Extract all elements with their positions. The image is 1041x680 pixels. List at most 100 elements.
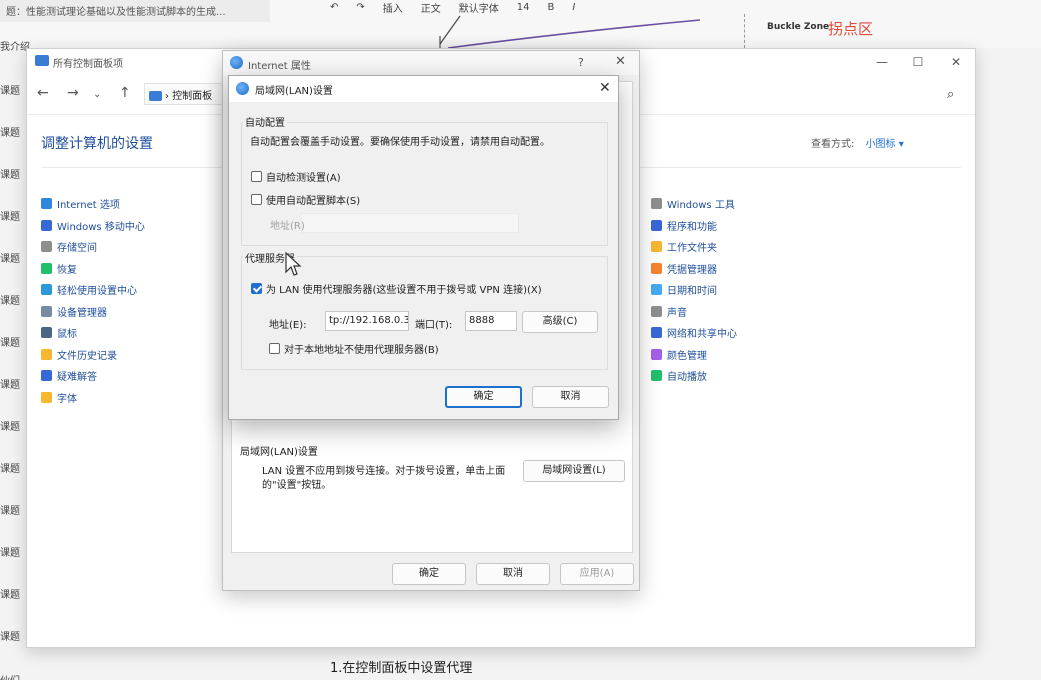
- control-panel-item[interactable]: 轻松使用设置中心: [41, 279, 145, 301]
- view-mode-dropdown[interactable]: 小图标 ▾: [866, 139, 904, 150]
- forward-icon[interactable]: →: [67, 85, 79, 101]
- control-panel-item[interactable]: 程序和功能: [651, 215, 737, 237]
- insert-button[interactable]: 插入: [383, 0, 403, 15]
- breadcrumb-item: 控制面板: [172, 91, 213, 102]
- control-panel-item[interactable]: 网络和共享中心: [651, 322, 737, 344]
- lan-settings-button[interactable]: 局域网设置(L): [523, 460, 625, 482]
- control-panel-item[interactable]: 颜色管理: [651, 344, 737, 366]
- bypass-local-checkbox[interactable]: 对于本地地址不使用代理服务器(B): [269, 341, 439, 356]
- close-icon[interactable]: ✕: [599, 80, 611, 96]
- control-panel-item[interactable]: Windows 移动中心: [41, 215, 145, 237]
- control-panel-item-icon: [41, 262, 52, 274]
- proxy-address-input[interactable]: tp://192.168.0.3: [325, 311, 409, 331]
- ok-button[interactable]: 确定: [445, 386, 522, 408]
- control-panel-item-label: 恢复: [57, 264, 77, 276]
- control-panel-item[interactable]: 自动播放: [651, 365, 737, 387]
- ok-button[interactable]: 确定: [392, 563, 466, 585]
- control-panel-item[interactable]: Windows 工具: [651, 193, 737, 215]
- control-panel-item-label: 声音: [667, 307, 687, 319]
- control-panel-item[interactable]: 疑难解答: [41, 365, 145, 387]
- checkbox-box[interactable]: [251, 171, 262, 182]
- control-panel-item-icon: [41, 219, 52, 231]
- cancel-button[interactable]: 取消: [476, 563, 550, 585]
- control-panel-item-label: 文件历史记录: [57, 350, 117, 362]
- maximize-icon[interactable]: ☐: [903, 53, 933, 71]
- control-panel-item-label: 自动播放: [667, 372, 707, 384]
- checkbox-box[interactable]: [251, 194, 262, 205]
- control-panel-item-icon: [651, 219, 662, 231]
- outline-item: 课题: [0, 590, 20, 601]
- control-panel-item[interactable]: Internet 选项: [41, 193, 145, 215]
- up-icon[interactable]: ↑: [119, 85, 131, 101]
- outline-item: 课题: [0, 464, 20, 475]
- control-panel-item[interactable]: 字体: [41, 387, 145, 409]
- control-panel-item-label: 存储空间: [57, 243, 97, 255]
- control-panel-item-icon: [41, 241, 52, 253]
- lan-section-label: 局域网(LAN)设置: [240, 447, 318, 458]
- control-panel-item[interactable]: 存储空间: [41, 236, 145, 258]
- control-panel-item[interactable]: 凭据管理器: [651, 258, 737, 280]
- control-panel-item-label: 鼠标: [57, 329, 77, 341]
- italic-icon[interactable]: I: [572, 2, 575, 13]
- control-panel-item-label: 日期和时间: [667, 286, 717, 298]
- outline-item: 课题: [0, 422, 20, 433]
- breadcrumb[interactable]: › 控制面板: [144, 83, 224, 105]
- control-panel-item-icon: [651, 198, 662, 210]
- control-panel-item[interactable]: 声音: [651, 301, 737, 323]
- control-panel-item-icon: [41, 284, 52, 296]
- bypass-local-label: 对于本地地址不使用代理服务器(B): [284, 345, 439, 356]
- use-proxy-checkbox[interactable]: 为 LAN 使用代理服务器(这些设置不用于拨号或 VPN 连接)(X): [251, 281, 542, 296]
- control-panel-item-label: 设备管理器: [57, 307, 107, 319]
- undo-icon[interactable]: ↶: [330, 2, 338, 13]
- redo-icon[interactable]: ↷: [356, 2, 364, 13]
- cancel-button[interactable]: 取消: [532, 386, 609, 408]
- proxy-port-input[interactable]: 8888: [465, 311, 517, 331]
- control-panel-item[interactable]: 日期和时间: [651, 279, 737, 301]
- checkbox-box[interactable]: [251, 283, 262, 294]
- control-panel-item[interactable]: 鼠标: [41, 322, 145, 344]
- control-panel-item-label: 颜色管理: [667, 350, 707, 362]
- history-chevron-icon[interactable]: ⌄: [93, 89, 101, 100]
- outline-item: 课题: [0, 170, 20, 181]
- lan-dialog-titlebar[interactable]: 局域网(LAN)设置 ✕: [229, 76, 618, 102]
- figure-caption: 1.在控制面板中设置代理: [330, 661, 473, 676]
- font-dropdown[interactable]: 默认字体: [459, 0, 499, 15]
- control-panel-item-icon: [651, 262, 662, 274]
- auto-script-checkbox[interactable]: 使用自动配置脚本(S): [251, 192, 360, 207]
- outline-item: 课题: [0, 128, 20, 139]
- close-icon[interactable]: ✕: [615, 54, 626, 69]
- outline-item: 课题: [0, 338, 20, 349]
- outline-item: 课题: [0, 506, 20, 517]
- auto-detect-label: 自动检测设置(A): [266, 173, 341, 184]
- internet-globe-icon: [230, 56, 243, 69]
- control-panel-item-icon: [41, 370, 52, 382]
- bold-icon[interactable]: B: [548, 2, 555, 13]
- advanced-button[interactable]: 高级(C): [522, 311, 598, 333]
- control-panel-item[interactable]: 工作文件夹: [651, 236, 737, 258]
- outline-item: 课题: [0, 86, 20, 97]
- close-icon[interactable]: ✕: [941, 53, 971, 71]
- back-icon[interactable]: ←: [37, 85, 49, 101]
- minimize-icon[interactable]: —: [867, 53, 897, 71]
- search-icon[interactable]: ⌕: [947, 87, 954, 102]
- page-title: 调整计算机的设置: [41, 136, 153, 152]
- checkbox-box[interactable]: [269, 343, 280, 354]
- outline-item: 伙们: [0, 672, 20, 680]
- control-panel-item[interactable]: 恢复: [41, 258, 145, 280]
- control-panel-item-label: 工作文件夹: [667, 243, 717, 255]
- internet-properties-titlebar[interactable]: Internet 属性 ? ✕: [223, 51, 639, 75]
- help-icon[interactable]: ?: [578, 56, 584, 69]
- font-size-dropdown[interactable]: 14: [517, 2, 530, 13]
- control-panel-item-icon: [651, 305, 662, 317]
- auto-detect-checkbox[interactable]: 自动检测设置(A): [251, 169, 341, 184]
- control-panel-item[interactable]: 文件历史记录: [41, 344, 145, 366]
- control-panel-item-icon: [651, 284, 662, 296]
- control-panel-item-label: 程序和功能: [667, 221, 717, 233]
- apply-button[interactable]: 应用(A): [560, 563, 634, 585]
- outline-item: 课题: [0, 632, 20, 643]
- outline-item: 课题: [0, 548, 20, 559]
- control-panel-item[interactable]: 设备管理器: [41, 301, 145, 323]
- style-dropdown[interactable]: 正文: [421, 0, 441, 15]
- control-panel-item-icon: [41, 348, 52, 360]
- buckle-zone-label: Buckle Zone: [767, 22, 830, 32]
